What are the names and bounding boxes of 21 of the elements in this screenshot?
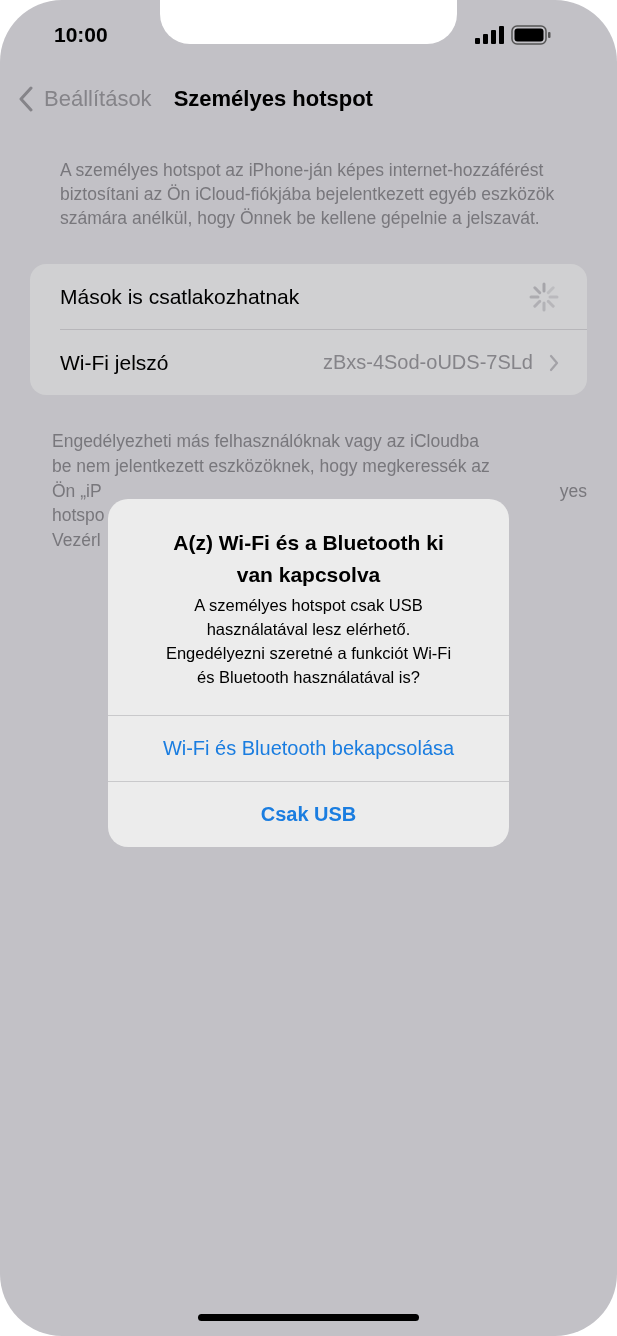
footer-text: Ön „iP: [52, 479, 102, 503]
chevron-right-icon: [549, 353, 559, 372]
footer-text: be nem jelentkezett eszközöknek, hogy megkeressék az: [52, 454, 490, 478]
status-time: 10:00: [54, 23, 108, 47]
settings-row[interactable]: Wi-Fi jelszó zBxs-4Sod-oUDS-7SLd: [30, 330, 587, 395]
alert-message: A személyes hotspot csak USB használatával lesz elérhető. Engedélyezni szeretné a funkciót Wi-Fi és Bluetooth használatával is?: [164, 595, 453, 688]
alert-title: A(z) Wi-Fi és a Bluetooth ki van kapcsolva: [172, 530, 445, 588]
footer-text: Vezérl: [52, 529, 101, 553]
description-text: A személyes hotspot az iPhone-ján képes internet-hozzáférést biztosítani az Ön iCloud-fiókjába bejelentkezett egyéb eszközök számára anélkül, hogy Önnek be kellene gépelnie a jelszavát.: [60, 159, 556, 230]
back-button[interactable]: Beállítások: [18, 86, 152, 112]
settings-row[interactable]: Mások is csatlakozhatnak: [30, 264, 587, 329]
footer-text: Engedélyezheti más felhasználóknak vagy az iCloudba: [52, 430, 480, 453]
signal-icon: [475, 26, 505, 44]
chevron-left-icon: [18, 86, 34, 112]
footer-text: hotspo: [52, 504, 105, 528]
battery-icon: [511, 25, 551, 45]
loading-spinner-icon: [529, 281, 559, 312]
alert-button[interactable]: Csak USB: [108, 781, 509, 847]
page-title: Személyes hotspot: [173, 86, 373, 112]
footer-text: yes: [559, 479, 587, 503]
alert-button[interactable]: Wi-Fi és Bluetooth bekapcsolása: [108, 715, 509, 781]
